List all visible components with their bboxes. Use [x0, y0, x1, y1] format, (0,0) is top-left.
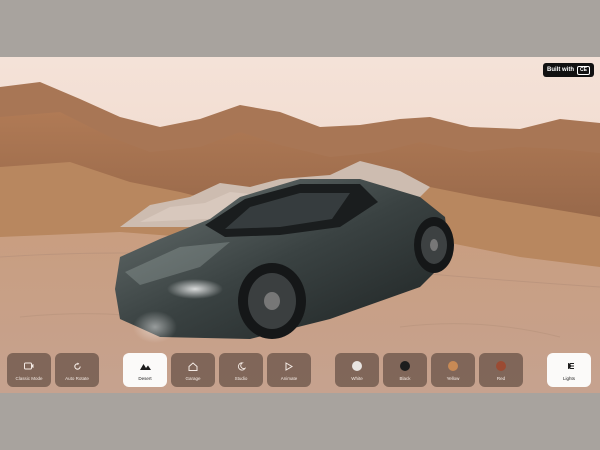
classic-mode-button[interactable]: Classic Mode	[7, 353, 51, 387]
color-white-label: White	[351, 376, 363, 381]
auto-rotate-button[interactable]: Auto Rotate	[55, 353, 99, 387]
color-white-button[interactable]: White	[335, 353, 379, 387]
lights-label: Lights	[562, 376, 575, 381]
scene-garage-button[interactable]: Garage	[171, 353, 215, 387]
built-with-text: Built with	[547, 67, 575, 73]
home-icon	[186, 359, 200, 373]
yellow-swatch-icon	[448, 361, 458, 371]
color-red-button[interactable]: Red	[479, 353, 523, 387]
scene-animate-label: Animate	[280, 376, 298, 381]
scene-garage-label: Garage	[185, 376, 201, 381]
black-swatch-icon	[400, 361, 410, 371]
moon-icon	[234, 359, 248, 373]
headlight-icon	[562, 359, 576, 373]
auto-rotate-label: Auto Rotate	[65, 376, 89, 381]
builder-logo: CE	[577, 65, 590, 75]
lights-button[interactable]: Lights	[547, 353, 591, 387]
scene-desert-button[interactable]: Desert	[123, 353, 167, 387]
classic-mode-label: Classic Mode	[15, 376, 43, 381]
color-yellow-button[interactable]: Yellow	[431, 353, 475, 387]
play-icon	[282, 359, 296, 373]
color-black-label: Black	[399, 376, 411, 381]
desert-scene-image	[0, 57, 600, 393]
color-yellow-label: Yellow	[446, 376, 460, 381]
scene-studio-label: Studio	[234, 376, 248, 381]
scene-studio-button[interactable]: Studio	[219, 353, 263, 387]
scene-desert-label: Desert	[138, 376, 152, 381]
mountain-icon	[138, 359, 152, 373]
color-black-button[interactable]: Black	[383, 353, 427, 387]
color-red-label: Red	[496, 376, 506, 381]
built-with-badge[interactable]: Built with CE	[543, 63, 594, 77]
3d-viewport[interactable]: Built with CE Classic Mode Auto Rotate D…	[0, 57, 600, 393]
white-swatch-icon	[352, 361, 362, 371]
rotate-icon	[70, 359, 84, 373]
camera-icon	[22, 359, 36, 373]
scene-animate-button[interactable]: Animate	[267, 353, 311, 387]
red-swatch-icon	[496, 361, 506, 371]
